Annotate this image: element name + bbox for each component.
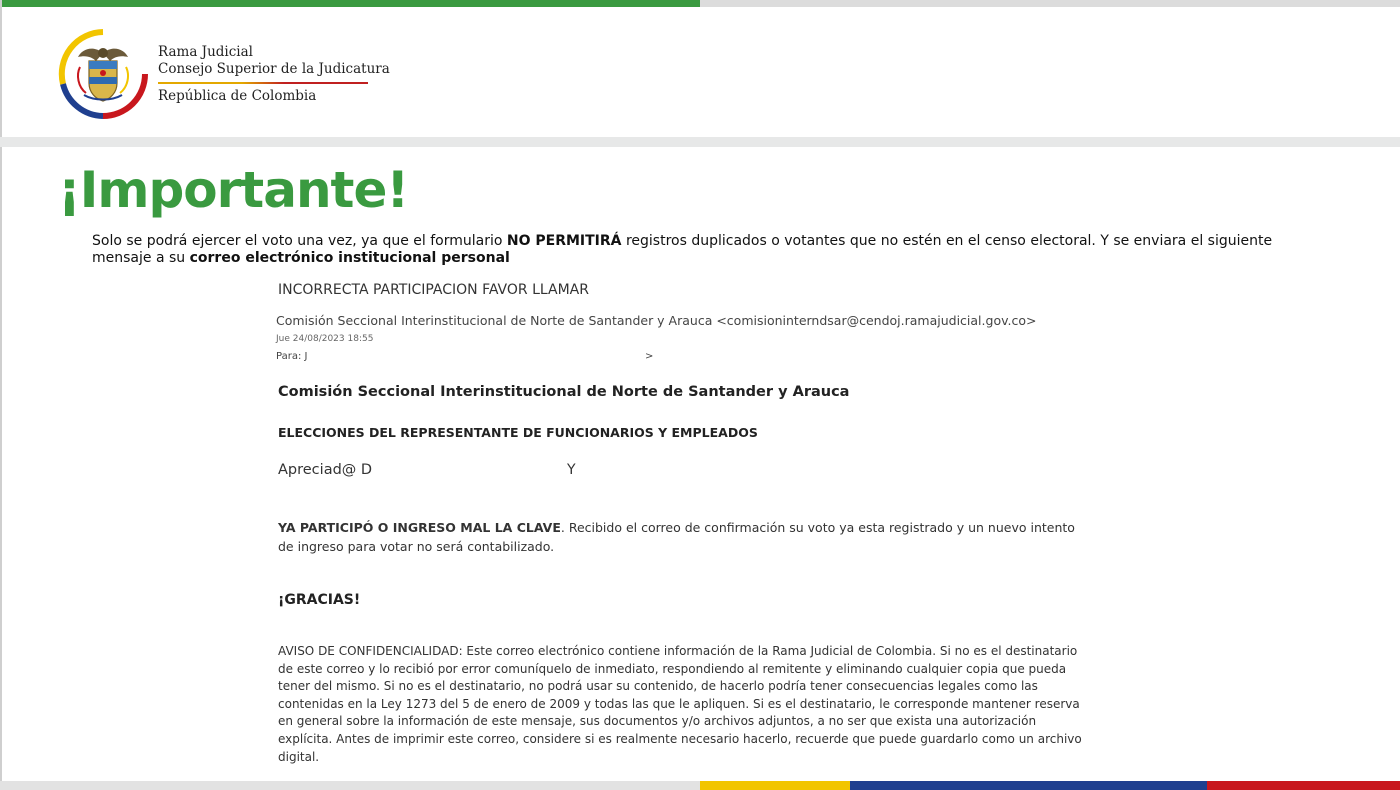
- email-body-bold: YA PARTICIPÓ O INGRESO MAL LA CLAVE: [278, 520, 561, 535]
- email-confidentiality-notice: AVISO DE CONFIDENCIALIDAD: Este correo e…: [278, 644, 1082, 764]
- bottom-flag-bar: [0, 781, 1400, 790]
- bottom-bar-red: [1207, 781, 1400, 790]
- email-elections-heading: ELECCIONES DEL REPRESENTANTE DE FUNCIONA…: [278, 425, 758, 440]
- brand-republic: República de Colombia: [158, 88, 317, 104]
- email-body: YA PARTICIPÓ O INGRESO MAL LA CLAVE. Rec…: [278, 518, 1086, 556]
- intro-bold-no-permitira: NO PERMITIRÁ: [506, 233, 622, 249]
- email-thanks: ¡GRACIAS!: [278, 592, 361, 608]
- email-date: Jue 24/08/2023 18:55: [276, 334, 374, 344]
- email-sender: Comisión Seccional Interinstitucional de…: [276, 313, 1037, 328]
- email-greeting: Apreciad@ D: [278, 462, 373, 478]
- bottom-bar-grey: [0, 781, 700, 790]
- intro-paragraph: Solo se podrá ejercer el voto una vez, y…: [92, 233, 1312, 267]
- top-bar-grey: [700, 0, 1400, 7]
- top-bar-green: [0, 0, 700, 7]
- email-greeting-end: Y: [567, 462, 576, 478]
- brand-name: Rama Judicial Consejo Superior de la Jud…: [158, 44, 390, 78]
- brand-line-consejo: Consejo Superior de la Judicatura: [158, 61, 390, 77]
- intro-text-1: Solo se podrá ejercer el voto una vez, y…: [92, 233, 507, 249]
- email-org-heading: Comisión Seccional Interinstitucional de…: [278, 384, 850, 400]
- email-recipient-end: >: [645, 351, 654, 362]
- brand-line-rama-judicial: Rama Judicial: [158, 44, 253, 60]
- bottom-bar-blue: [850, 781, 1207, 790]
- header-separator: [0, 137, 1400, 147]
- bottom-bar-yellow: [700, 781, 850, 790]
- email-recipient: Para: J: [276, 351, 308, 362]
- page-title: ¡Importante!: [58, 161, 409, 219]
- intro-bold-correo: correo electrónico institucional persona…: [189, 250, 510, 266]
- email-subject: INCORRECTA PARTICIPACION FAVOR LLAMAR: [278, 282, 589, 298]
- coat-of-arms-logo-icon: [58, 29, 148, 119]
- top-color-bar: [0, 0, 1400, 7]
- brand-divider: [158, 82, 368, 84]
